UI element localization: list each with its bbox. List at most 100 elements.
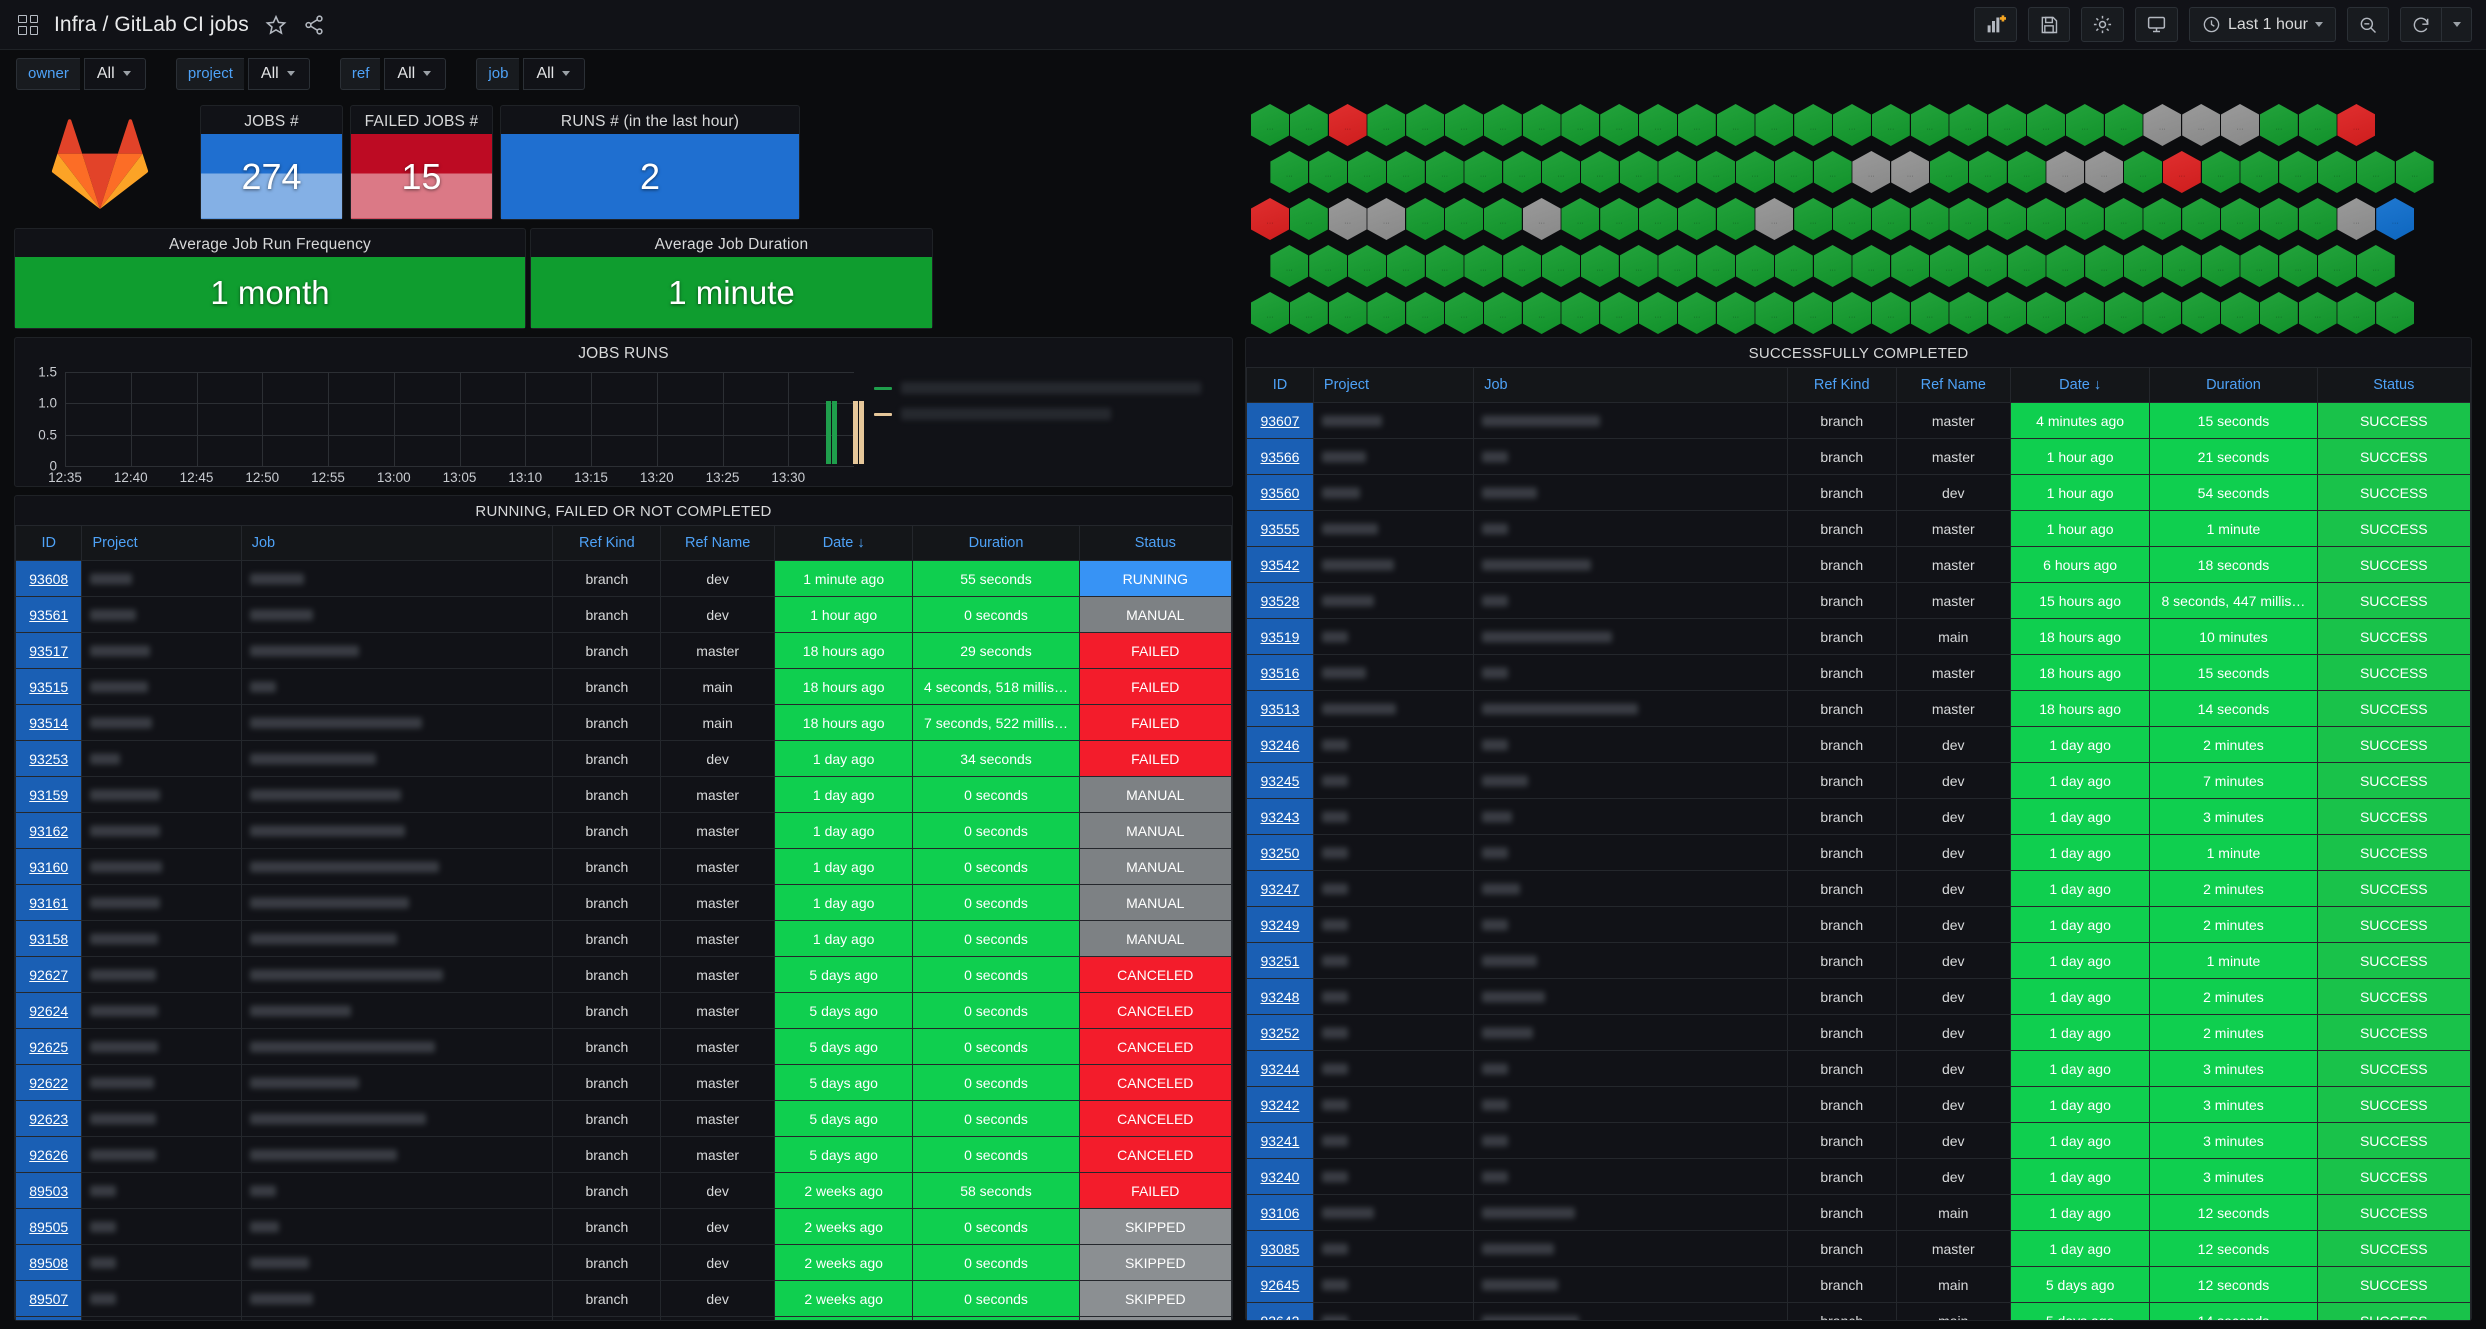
job-id-link[interactable]: 93242 (1260, 1097, 1299, 1113)
honeycomb-hex[interactable]: ··· (2259, 104, 2298, 146)
job-id-link[interactable]: 92645 (1260, 1277, 1299, 1293)
cell-id[interactable]: 93160 (15, 848, 83, 885)
cell-id[interactable]: 93252 (1246, 1014, 1314, 1051)
honeycomb-hex[interactable]: ··· (2182, 104, 2221, 146)
honeycomb-hex[interactable]: ··· (1813, 151, 1852, 193)
cell-id[interactable]: 93085 (1246, 1230, 1314, 1267)
honeycomb-hex[interactable]: ··· (1910, 104, 1949, 146)
honeycomb-hex[interactable]: ··· (1600, 292, 1639, 334)
honeycomb-hex[interactable]: ··· (1425, 245, 1464, 287)
star-icon[interactable] (265, 14, 287, 36)
cell-id[interactable]: 93608 (15, 560, 83, 597)
honeycomb-hex[interactable]: ··· (2027, 104, 2065, 146)
honeycomb-hex[interactable]: ··· (1348, 245, 1386, 287)
job-id-link[interactable]: 92625 (29, 1039, 68, 1055)
honeycomb-hex[interactable]: ··· (2221, 104, 2259, 146)
job-id-link[interactable]: 93241 (1260, 1133, 1299, 1149)
honeycomb-hex[interactable]: ··· (2143, 292, 2182, 334)
honeycomb-hex[interactable]: ··· (1328, 104, 1367, 146)
job-id-link[interactable]: 93158 (29, 931, 68, 947)
honeycomb-hex[interactable]: ··· (1270, 245, 1309, 287)
cell-id[interactable]: 93158 (15, 920, 83, 957)
honeycomb-hex[interactable]: ··· (1445, 292, 1483, 334)
time-range-picker[interactable]: Last 1 hour (2188, 7, 2336, 42)
job-id-link[interactable]: 89508 (29, 1255, 68, 1271)
table-row[interactable]: 93161 branch master 1 day ago 0 seconds MANUA… (15, 884, 1232, 921)
honeycomb-hex[interactable]: ··· (2124, 245, 2162, 287)
table-row[interactable]: 93246 branch dev 1 day ago 2 minutes SUCCESS (1246, 726, 2471, 763)
honeycomb-hex[interactable]: ··· (2376, 292, 2415, 334)
table-row[interactable]: 93158 branch master 1 day ago 0 seconds MANUA… (15, 920, 1232, 957)
honeycomb-hex[interactable]: ··· (2356, 151, 2395, 193)
honeycomb-hex[interactable]: ··· (1289, 198, 1328, 240)
honeycomb-hex[interactable]: ··· (2104, 198, 2143, 240)
honeycomb-hex[interactable]: ··· (1619, 245, 1658, 287)
cell-id[interactable]: 93251 (1246, 942, 1314, 979)
honeycomb-hex[interactable]: ··· (1309, 245, 1348, 287)
job-id-link[interactable]: 93607 (1260, 413, 1299, 429)
job-id-link[interactable]: 93085 (1260, 1241, 1299, 1257)
honeycomb-hex[interactable]: ··· (2259, 198, 2298, 240)
honeycomb-hex[interactable]: ··· (2318, 245, 2356, 287)
honeycomb-hex[interactable]: ··· (1406, 292, 1445, 334)
honeycomb-hex[interactable]: ··· (2240, 245, 2279, 287)
honeycomb-hex[interactable]: ··· (1852, 245, 1891, 287)
save-dashboard-button[interactable] (2027, 7, 2070, 42)
honeycomb-hex[interactable]: ··· (1949, 198, 1988, 240)
zoom-out-button[interactable] (2347, 7, 2389, 42)
cell-id[interactable]: 93560 (1246, 474, 1314, 511)
honeycomb-hex[interactable]: ··· (2182, 292, 2221, 334)
honeycomb-hex[interactable]: ··· (1968, 151, 2007, 193)
legend-item[interactable] (874, 408, 1224, 420)
honeycomb-grid[interactable]: ··· ··· ··· ··· ··· ··· ··· ··· ··· ··· ··· ··· ··· ·… (1245, 100, 2472, 522)
cell-id[interactable]: 89508 (15, 1244, 83, 1281)
honeycomb-hex[interactable]: ··· (1794, 198, 1833, 240)
cell-id[interactable]: 93515 (15, 668, 83, 705)
job-id-link[interactable]: 93161 (29, 895, 68, 911)
cell-id[interactable]: 92623 (15, 1100, 83, 1137)
table-row[interactable]: 93560 branch dev 1 hour ago 54 seconds SUCCES… (1246, 474, 2471, 511)
share-icon[interactable] (303, 14, 325, 36)
honeycomb-hex[interactable]: ··· (1464, 151, 1503, 193)
column-header-job[interactable]: Job (240, 525, 554, 561)
honeycomb-hex[interactable]: ··· (2298, 104, 2337, 146)
table-row[interactable]: 92623 branch master 5 days ago 0 seconds CANC… (15, 1100, 1232, 1137)
table-row[interactable]: 93514 branch main 18 hours ago 7 seconds, 52… (15, 704, 1232, 741)
honeycomb-hex[interactable]: ··· (1833, 292, 1871, 334)
table-row[interactable]: 93542 branch master 6 hours ago 18 seconds SU… (1246, 546, 2471, 583)
job-id-link[interactable]: 92627 (29, 967, 68, 983)
cell-id[interactable]: 93246 (1246, 726, 1314, 763)
table-row[interactable]: 93106 branch main 1 day ago 12 seconds SUCCES… (1246, 1194, 2471, 1231)
honeycomb-hex[interactable]: ··· (1988, 104, 2027, 146)
honeycomb-hex[interactable]: ··· (2356, 245, 2395, 287)
job-id-link[interactable]: 93555 (1260, 521, 1299, 537)
column-header-ref-name[interactable]: Ref Name (660, 525, 775, 561)
honeycomb-hex[interactable]: ··· (2104, 104, 2143, 146)
honeycomb-hex[interactable]: ··· (2201, 151, 2240, 193)
honeycomb-hex[interactable]: ··· (1328, 292, 1367, 334)
honeycomb-hex[interactable]: ··· (2065, 292, 2104, 334)
dashboard-settings-button[interactable] (2080, 7, 2124, 42)
column-header-status[interactable]: Status (2316, 367, 2471, 403)
cell-id[interactable]: 92625 (15, 1028, 83, 1065)
honeycomb-hex[interactable]: ··· (1639, 104, 1677, 146)
honeycomb-hex[interactable]: ··· (1910, 292, 1949, 334)
job-id-link[interactable]: 93516 (1260, 665, 1299, 681)
cell-id[interactable]: 92624 (15, 992, 83, 1029)
cell-id[interactable]: 89507 (15, 1280, 83, 1317)
honeycomb-hex[interactable]: ··· (1367, 292, 1406, 334)
table-row[interactable]: 93242 branch dev 1 day ago 3 minutes SUCCESS (1246, 1086, 2471, 1123)
honeycomb-hex[interactable]: ··· (2318, 151, 2356, 193)
honeycomb-hex[interactable]: ··· (2065, 198, 2104, 240)
honeycomb-hex[interactable]: ··· (2104, 292, 2143, 334)
cell-id[interactable]: 93250 (1246, 834, 1314, 871)
column-header-id[interactable]: ID (15, 525, 83, 561)
job-id-link[interactable]: 93513 (1260, 701, 1299, 717)
honeycomb-hex[interactable]: ··· (2162, 245, 2201, 287)
honeycomb-hex[interactable]: ··· (1871, 292, 1910, 334)
cell-id[interactable]: 93566 (1246, 438, 1314, 475)
job-id-link[interactable]: 93249 (1260, 917, 1299, 933)
honeycomb-hex[interactable]: ··· (1677, 198, 1716, 240)
table-row[interactable]: 93519 branch main 18 hours ago 10 minutes SUC… (1246, 618, 2471, 655)
table-row[interactable]: 93250 branch dev 1 day ago 1 minute SUCCESS (1246, 834, 2471, 871)
